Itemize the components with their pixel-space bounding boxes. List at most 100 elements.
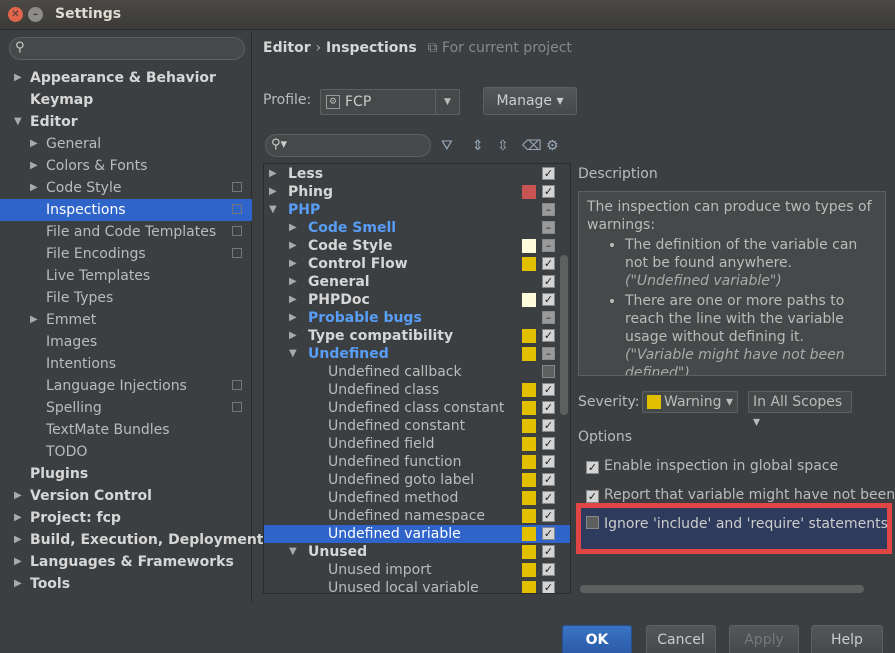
inspection-checkbox[interactable]: ✓: [542, 185, 555, 198]
sidebar-item-project-fcp[interactable]: ▶ Project: fcp: [0, 507, 252, 529]
breadcrumb-editor[interactable]: Editor: [263, 40, 311, 56]
chevron-down-icon[interactable]: ▼: [289, 345, 297, 363]
sidebar-item-version-control[interactable]: ▶ Version Control: [0, 485, 252, 507]
inspection-checkbox[interactable]: ✓: [542, 455, 555, 468]
inspection-row[interactable]: Undefined namespace ✓: [264, 507, 570, 525]
sidebar-item-tools[interactable]: ▶ Tools: [0, 573, 252, 595]
chevron-right-icon[interactable]: ▶: [269, 183, 277, 201]
option-ignore-include[interactable]: Ignore 'include' and 'require' statement…: [586, 516, 888, 532]
option-global-space[interactable]: ✓ Enable inspection in global space: [586, 458, 838, 474]
sidebar-item-appearance-behavior[interactable]: ▶ Appearance & Behavior: [0, 67, 252, 89]
inspection-checkbox[interactable]: ✓: [542, 167, 555, 180]
inspection-row[interactable]: ▶ Code Style –: [264, 237, 570, 255]
chevron-right-icon[interactable]: ▶: [14, 485, 22, 507]
inspection-checkbox[interactable]: ✓: [542, 545, 555, 558]
inspection-checkbox[interactable]: ✓: [542, 383, 555, 396]
inspection-row[interactable]: ▶ Code Smell –: [264, 219, 570, 237]
chevron-right-icon[interactable]: ▶: [30, 309, 38, 331]
minimize-icon[interactable]: –: [28, 7, 43, 22]
chevron-right-icon[interactable]: ▶: [289, 327, 297, 345]
inspection-row[interactable]: ▼ Unused ✓: [264, 543, 570, 561]
chevron-right-icon[interactable]: ▶: [30, 155, 38, 177]
sidebar-item-colors-fonts[interactable]: ▶ Colors & Fonts: [0, 155, 252, 177]
chevron-right-icon[interactable]: ▶: [14, 67, 22, 89]
inspection-checkbox[interactable]: ✓: [542, 257, 555, 270]
inspection-row[interactable]: Undefined goto label ✓: [264, 471, 570, 489]
checkbox[interactable]: ✓: [586, 461, 599, 474]
reset-icon[interactable]: ⌫: [522, 138, 542, 154]
sidebar-item-spelling[interactable]: Spelling: [0, 397, 252, 419]
sidebar-search-input[interactable]: ⚲: [9, 37, 245, 60]
inspection-row[interactable]: ▶ Type compatibility ✓: [264, 327, 570, 345]
inspection-checkbox[interactable]: –: [542, 239, 555, 252]
chevron-down-icon[interactable]: ▼: [289, 543, 297, 561]
inspection-checkbox[interactable]: ✓: [542, 329, 555, 342]
inspection-row[interactable]: Undefined field ✓: [264, 435, 570, 453]
checkbox[interactable]: [586, 516, 599, 529]
profile-select[interactable]: ⚙ FCP ▼: [320, 89, 460, 115]
chevron-right-icon[interactable]: ▶: [14, 551, 22, 573]
chevron-right-icon[interactable]: ▶: [289, 219, 297, 237]
inspection-checkbox[interactable]: ✓: [542, 275, 555, 288]
chevron-right-icon[interactable]: ▶: [14, 529, 22, 551]
inspection-row[interactable]: Undefined class constant ✓: [264, 399, 570, 417]
tree-scrollbar[interactable]: [560, 255, 568, 415]
severity-select[interactable]: Warning ▾: [642, 391, 738, 413]
chevron-right-icon[interactable]: ▶: [289, 309, 297, 327]
inspection-row[interactable]: ▶ Less ✓: [264, 165, 570, 183]
chevron-down-icon[interactable]: ▼: [269, 201, 277, 219]
collapse-all-icon[interactable]: ⇳: [497, 138, 509, 154]
filter-icon[interactable]: ⛛: [441, 138, 453, 154]
inspection-row[interactable]: ▶ Phing ✓: [264, 183, 570, 201]
sidebar-item-general[interactable]: ▶ General: [0, 133, 252, 155]
inspection-checkbox[interactable]: ✓: [542, 509, 555, 522]
sidebar-item-build-execution-deployment[interactable]: ▶ Build, Execution, Deployment: [0, 529, 264, 551]
inspection-row[interactable]: Unused local variable ✓: [264, 579, 570, 593]
help-button[interactable]: Help: [811, 625, 883, 653]
cancel-button[interactable]: Cancel: [646, 625, 716, 653]
sidebar-item-todo[interactable]: TODO: [0, 441, 252, 463]
inspection-row[interactable]: ▶ PHPDoc ✓: [264, 291, 570, 309]
inspection-row[interactable]: ▶ General ✓: [264, 273, 570, 291]
chevron-right-icon[interactable]: ▶: [289, 237, 297, 255]
inspection-checkbox[interactable]: ✓: [542, 419, 555, 432]
sidebar-item-code-style[interactable]: ▶ Code Style: [0, 177, 252, 199]
options-scrollbar[interactable]: [580, 585, 864, 593]
close-icon[interactable]: ✕: [8, 7, 23, 22]
inspection-checkbox[interactable]: ✓: [542, 581, 555, 593]
sidebar-item-intentions[interactable]: Intentions: [0, 353, 252, 375]
inspection-checkbox[interactable]: ✓: [542, 563, 555, 576]
option-report-variable[interactable]: ✓ Report that variable might have not bee…: [586, 487, 895, 503]
chevron-right-icon[interactable]: ▶: [289, 255, 297, 273]
inspection-row[interactable]: Undefined callback: [264, 363, 570, 381]
inspection-filter-input[interactable]: ⚲▾: [265, 134, 431, 157]
sidebar-item-plugins[interactable]: Plugins: [0, 463, 252, 485]
sidebar-item-textmate-bundles[interactable]: TextMate Bundles: [0, 419, 252, 441]
inspection-checkbox[interactable]: [542, 365, 555, 378]
apply-button[interactable]: Apply: [729, 625, 799, 653]
sidebar-item-inspections[interactable]: Inspections: [0, 199, 252, 221]
sidebar-item-keymap[interactable]: Keymap: [0, 89, 252, 111]
inspection-checkbox[interactable]: –: [542, 347, 555, 360]
chevron-right-icon[interactable]: ▶: [30, 133, 38, 155]
chevron-right-icon[interactable]: ▶: [30, 177, 38, 199]
inspection-row[interactable]: Undefined variable ✓: [264, 525, 570, 543]
sidebar-item-language-injections[interactable]: Language Injections: [0, 375, 252, 397]
sidebar-item-file-types[interactable]: File Types: [0, 287, 252, 309]
inspection-checkbox[interactable]: ✓: [542, 491, 555, 504]
inspection-checkbox[interactable]: –: [542, 221, 555, 234]
chevron-down-icon[interactable]: ▼: [14, 111, 22, 133]
chevron-right-icon[interactable]: ▶: [289, 273, 297, 291]
gear-icon[interactable]: ⚙: [546, 138, 559, 154]
sidebar-item-file-and-code-templates[interactable]: File and Code Templates: [0, 221, 252, 243]
inspection-row[interactable]: ▼ PHP –: [264, 201, 570, 219]
inspection-row[interactable]: ▶ Probable bugs –: [264, 309, 570, 327]
sidebar-item-emmet[interactable]: ▶ Emmet: [0, 309, 252, 331]
sidebar-item-live-templates[interactable]: Live Templates: [0, 265, 252, 287]
inspection-row[interactable]: Undefined method ✓: [264, 489, 570, 507]
inspection-checkbox[interactable]: –: [542, 203, 555, 216]
sidebar-item-file-encodings[interactable]: File Encodings: [0, 243, 252, 265]
inspection-checkbox[interactable]: ✓: [542, 473, 555, 486]
inspection-row[interactable]: Undefined class ✓: [264, 381, 570, 399]
dropdown-arrow-icon[interactable]: ▼: [435, 90, 459, 114]
